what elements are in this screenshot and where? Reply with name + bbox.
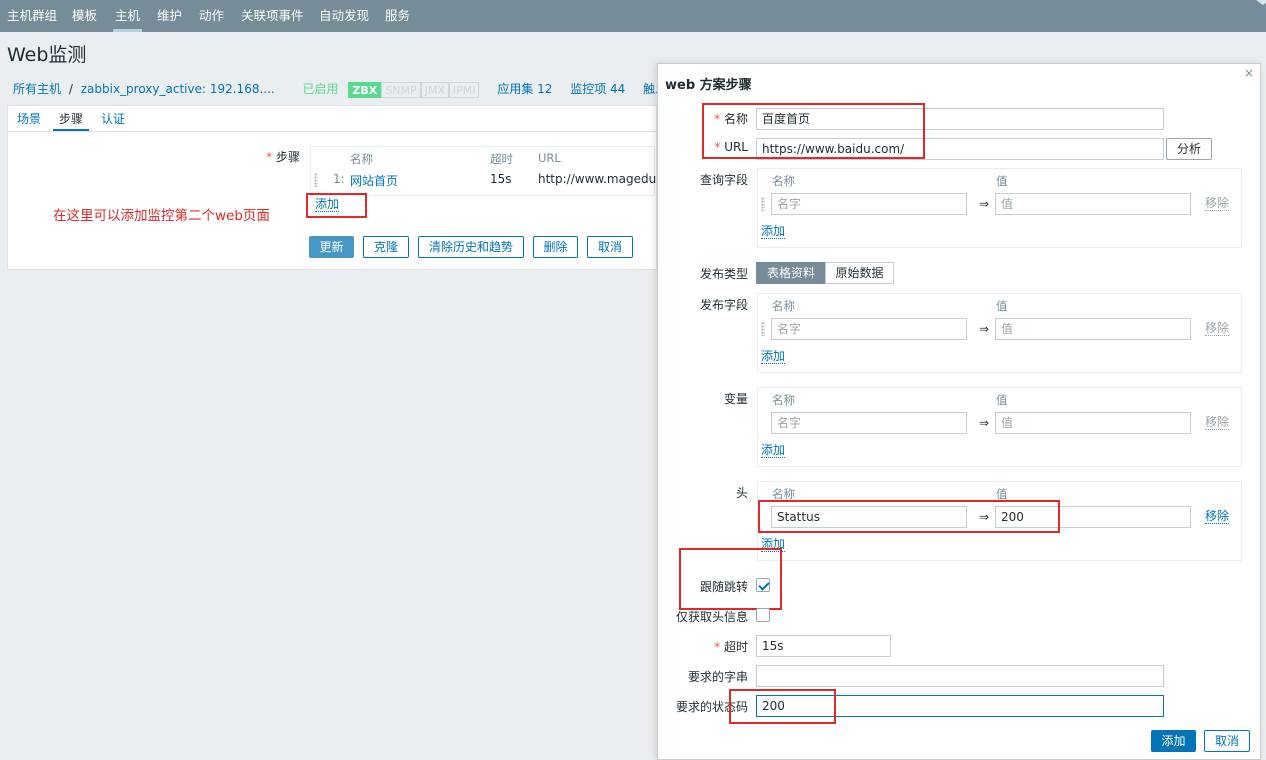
tab-divider: [7, 131, 657, 132]
breadcrumb-applications[interactable]: 应用集 12: [497, 82, 552, 96]
clear-history-button[interactable]: 清除历史和趋势: [418, 236, 524, 258]
required-string-input[interactable]: [756, 665, 1164, 687]
steps-label: * 步骤: [266, 150, 300, 164]
header-remove-link[interactable]: 移除: [1205, 510, 1230, 524]
query-col-value: 值: [996, 174, 1008, 188]
post-type-raw-data[interactable]: 原始数据: [825, 262, 894, 284]
query-col-name: 名称: [772, 174, 795, 188]
nav-services[interactable]: 服务: [385, 0, 410, 32]
arrow-icon: ⇒: [979, 322, 990, 336]
breadcrumb-host[interactable]: zabbix_proxy_active: 192.168....: [81, 82, 275, 96]
tab-bar: 场景 步骤 认证: [7, 105, 657, 131]
nav-event-correlation[interactable]: 关联项事件: [241, 0, 304, 32]
steps-header-url: URL: [538, 151, 561, 165]
post-remove-link[interactable]: 移除: [1205, 322, 1230, 336]
steps-header-name: 名称: [350, 152, 373, 166]
query-name-input[interactable]: 名字: [771, 193, 967, 215]
required-string-label: 要求的字串: [687, 670, 748, 684]
dialog-cancel-button[interactable]: 取消: [1204, 730, 1250, 752]
headers-only-label: 仅获取头信息: [675, 610, 748, 624]
highlight-box-headers: [758, 500, 1060, 533]
nav-templates[interactable]: 模板: [72, 0, 97, 32]
headers-label: 头: [735, 486, 748, 500]
dialog-title: web 方案步骤: [665, 78, 752, 93]
tag-ipmi: IPMI: [448, 81, 480, 98]
tab-scenario[interactable]: 场景: [17, 110, 41, 127]
drag-handle-icon[interactable]: [314, 173, 318, 187]
post-fields-label: 发布字段: [699, 298, 748, 312]
step-timeout: 15s: [490, 172, 512, 186]
tag-snmp: SNMP: [381, 81, 421, 98]
post-type-form-data[interactable]: 表格资料: [756, 262, 826, 284]
breadcrumb-all-hosts[interactable]: 所有主机: [13, 82, 61, 96]
var-name-input[interactable]: 名字: [771, 412, 967, 434]
tag-jmx: JMX: [420, 81, 449, 98]
post-value-input[interactable]: 值: [995, 318, 1191, 340]
nav-host-groups[interactable]: 主机群组: [7, 0, 57, 32]
page-title: Web监测: [7, 44, 87, 66]
highlight-box-follow: [679, 548, 782, 610]
post-type-label: 发布类型: [699, 267, 748, 281]
nav-actions[interactable]: 动作: [199, 0, 224, 32]
dialog-add-button[interactable]: 添加: [1151, 730, 1196, 752]
variables-label: 变量: [723, 392, 748, 406]
timeout-input[interactable]: 15s: [756, 635, 891, 657]
parse-button[interactable]: 分析: [1166, 138, 1212, 160]
highlight-box-add-step: [306, 193, 367, 218]
delete-button[interactable]: 删除: [533, 236, 578, 258]
tab-steps[interactable]: 步骤: [52, 110, 90, 131]
highlight-box-status-code: [729, 689, 836, 724]
arrow-icon: ⇒: [979, 197, 990, 211]
annotation-text: 在这里可以添加监控第二个web页面: [53, 208, 270, 224]
post-name-input[interactable]: 名字: [771, 318, 967, 340]
drag-handle-icon[interactable]: [761, 322, 765, 336]
post-col-value: 值: [996, 299, 1008, 313]
close-icon[interactable]: ×: [1244, 66, 1254, 80]
query-fields-label: 查询字段: [699, 173, 748, 187]
post-col-name: 名称: [772, 299, 795, 313]
step-name-link[interactable]: 网站首页: [350, 172, 398, 189]
nav-notch: [1256, 0, 1266, 5]
arrow-icon: ⇒: [979, 416, 990, 430]
step-number: 1:: [333, 172, 345, 186]
var-remove-link[interactable]: 移除: [1205, 416, 1230, 430]
top-nav: 主机群组 模板 主机 维护 动作 关联项事件 自动发现 服务: [0, 0, 1266, 32]
host-status[interactable]: 已启用: [303, 82, 339, 96]
timeout-label: * 超时: [714, 640, 748, 654]
drag-handle-icon[interactable]: [761, 197, 765, 211]
breadcrumb-separator: /: [68, 82, 73, 96]
post-add-link[interactable]: 添加: [761, 350, 786, 364]
step-url: http://www.magedu.co: [538, 172, 656, 186]
breadcrumb-items[interactable]: 监控项 44: [570, 82, 625, 96]
var-add-link[interactable]: 添加: [761, 444, 786, 458]
steps-header-timeout: 超时: [490, 152, 513, 166]
update-button[interactable]: 更新: [309, 236, 354, 258]
nav-hosts[interactable]: 主机: [112, 0, 143, 32]
nav-discovery[interactable]: 自动发现: [319, 0, 369, 32]
tag-zbx: ZBX: [348, 81, 382, 98]
tab-authentication[interactable]: 认证: [101, 110, 125, 127]
var-col-name: 名称: [772, 393, 795, 407]
breadcrumb: 所有主机 / zabbix_proxy_active: 192.168.... …: [13, 80, 691, 98]
cancel-button[interactable]: 取消: [587, 236, 633, 258]
query-value-input[interactable]: 值: [995, 193, 1191, 215]
highlight-box-name-url: [702, 103, 925, 159]
var-col-value: 值: [996, 393, 1008, 407]
query-add-link[interactable]: 添加: [761, 225, 786, 239]
headers-only-checkbox[interactable]: [756, 608, 770, 622]
nav-maintenance[interactable]: 维护: [157, 0, 182, 32]
query-remove-link[interactable]: 移除: [1205, 197, 1230, 211]
clone-button[interactable]: 克隆: [363, 236, 409, 258]
var-value-input[interactable]: 值: [995, 412, 1191, 434]
